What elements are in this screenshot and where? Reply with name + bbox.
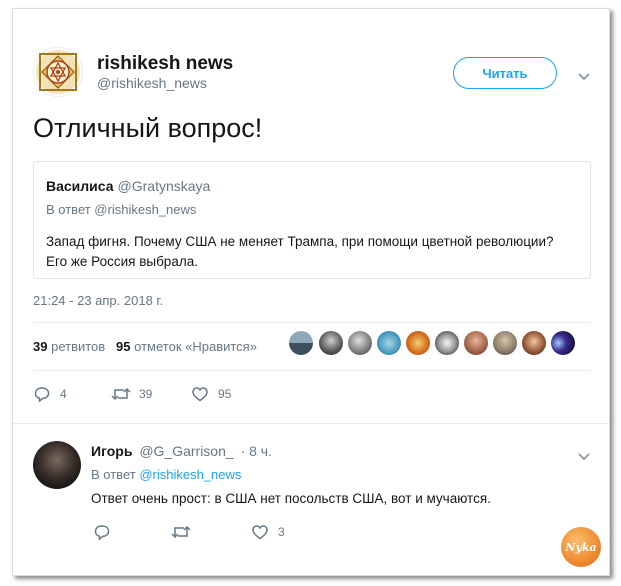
author-handle[interactable]: @rishikesh_news	[97, 75, 207, 91]
reply-retweet-action[interactable]	[171, 523, 191, 541]
heart-icon	[252, 525, 268, 540]
divider	[33, 370, 591, 371]
liker-avatar[interactable]	[493, 331, 517, 355]
liker-avatar[interactable]	[289, 331, 313, 355]
like-count: 95	[218, 387, 232, 401]
liker-avatar[interactable]	[435, 331, 459, 355]
divider	[13, 423, 609, 424]
reply-author-name: Игорь	[91, 443, 133, 459]
reply-time: · 8 ч.	[240, 443, 272, 459]
author-avatar[interactable]	[33, 47, 83, 97]
quoted-author-name: Василиса	[46, 178, 114, 194]
quoted-tweet[interactable]: Василиса @Gratynskaya В ответ @rishikesh_…	[33, 161, 591, 279]
tweet-card: rishikesh news @rishikesh_news Читать От…	[12, 8, 610, 576]
like-action[interactable]: 95	[191, 385, 231, 403]
reply-count: 4	[60, 387, 67, 401]
watermark-logo: Nyka	[561, 527, 601, 567]
reply-like-count: 3	[278, 525, 285, 539]
reply-like-action[interactable]: 3	[251, 523, 285, 541]
liker-avatar[interactable]	[406, 331, 430, 355]
chevron-down-icon[interactable]	[577, 449, 591, 467]
quoted-author[interactable]: Василиса @Gratynskaya	[46, 178, 210, 194]
heart-icon	[192, 387, 208, 402]
mandala-logo-icon	[36, 50, 80, 94]
reply-text: Ответ очень прост: в США нет посольств С…	[91, 491, 491, 506]
liker-avatar[interactable]	[551, 331, 575, 355]
engagement-stats: 39 ретвитов 95 отметок «Нравится»	[33, 339, 257, 354]
tweet-timestamp[interactable]: 21:24 - 23 апр. 2018 г.	[33, 293, 163, 308]
reply-icon	[94, 525, 110, 541]
reply-author-handle: @G_Garrison_	[139, 443, 234, 459]
reply-prefix: В ответ	[91, 467, 136, 482]
reply-to-link[interactable]: @rishikesh_news	[139, 467, 241, 482]
quoted-text-line-1: Запад фигня. Почему США не меняет Трампа…	[46, 234, 554, 249]
retweets-label[interactable]: ретвитов	[51, 339, 105, 354]
reply-author-avatar[interactable]	[33, 441, 81, 489]
reply-author[interactable]: Игорь @G_Garrison_ · 8 ч.	[91, 443, 272, 459]
follow-button[interactable]: Читать	[453, 57, 557, 89]
quoted-author-handle: @Gratynskaya	[117, 178, 211, 194]
retweet-count: 39	[139, 387, 153, 401]
retweet-icon	[171, 525, 191, 539]
retweet-icon	[111, 387, 131, 401]
reply-reply-action[interactable]	[93, 523, 111, 541]
chevron-down-icon[interactable]	[577, 69, 591, 87]
likes-count[interactable]: 95	[116, 339, 130, 354]
likes-label[interactable]: отметок «Нравится»	[134, 339, 257, 354]
divider	[33, 322, 591, 323]
reply-reply-to: В ответ @rishikesh_news	[91, 467, 241, 482]
liker-avatar[interactable]	[522, 331, 546, 355]
retweets-count[interactable]: 39	[33, 339, 47, 354]
reply-action[interactable]: 4	[33, 385, 67, 403]
quoted-reply-to: В ответ @rishikesh_news	[46, 202, 197, 217]
liker-avatar[interactable]	[464, 331, 488, 355]
liker-avatar[interactable]	[319, 331, 343, 355]
author-name[interactable]: rishikesh news	[97, 53, 233, 75]
tweet-text: Отличный вопрос!	[33, 113, 263, 143]
reply-icon	[34, 387, 50, 403]
retweet-action[interactable]: 39	[111, 385, 152, 403]
liker-avatar[interactable]	[348, 331, 372, 355]
quoted-text: Запад фигня. Почему США не меняет Трампа…	[46, 232, 576, 272]
quoted-text-line-2: Его же Россия выбрала.	[46, 254, 198, 269]
liker-avatar[interactable]	[377, 331, 401, 355]
